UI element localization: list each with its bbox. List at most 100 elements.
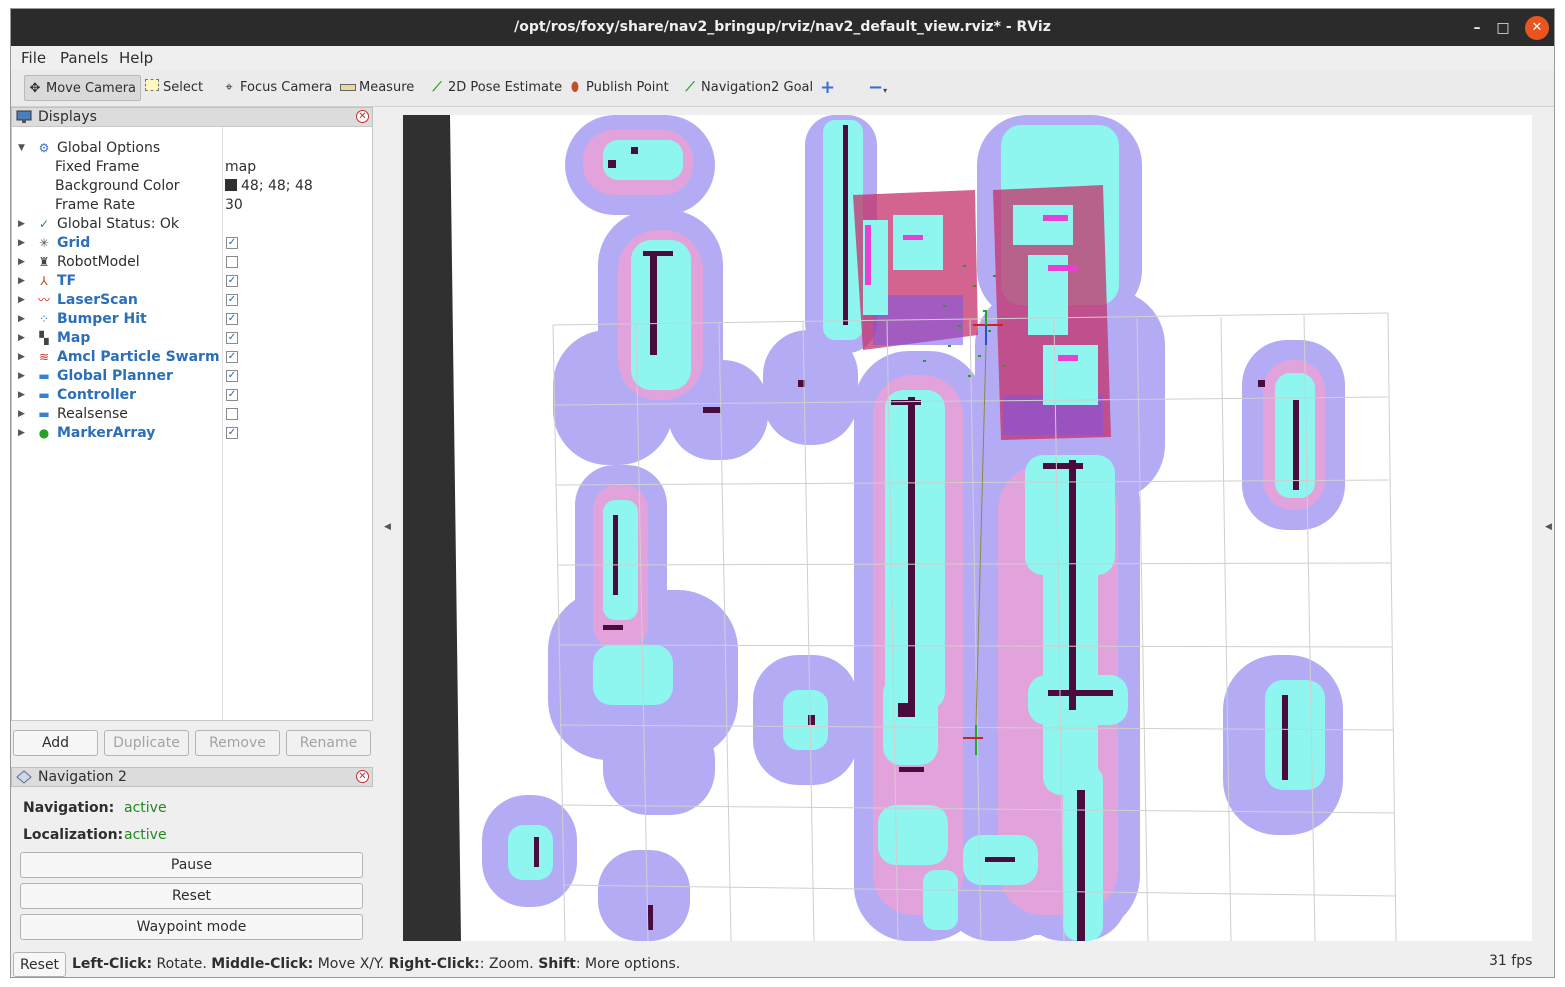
- expand-arrow-icon[interactable]: ▶: [18, 405, 25, 424]
- collapse-right-icon[interactable]: ◀: [1545, 522, 1552, 532]
- monitor-icon: [16, 110, 32, 124]
- background-color-text: 48; 48; 48: [241, 178, 313, 194]
- expand-arrow-icon[interactable]: ▶: [18, 234, 25, 253]
- rename-display-button[interactable]: Rename: [286, 730, 371, 756]
- select-icon: [144, 75, 160, 101]
- nav-goal-tool[interactable]: ⟋ Navigation2 Goal: [682, 75, 813, 101]
- tree-row-laserscan[interactable]: ▶ 〰 LaserScan ✓: [12, 291, 372, 310]
- remove-display-button[interactable]: Remove: [195, 730, 280, 756]
- duplicate-display-button[interactable]: Duplicate: [104, 730, 189, 756]
- display-checkbox[interactable]: ✓: [226, 351, 238, 363]
- tree-row-controller[interactable]: ▶ ▬ Controller ✓: [12, 386, 372, 405]
- tree-row-global-planner[interactable]: ▶ ▬ Global Planner ✓: [12, 367, 372, 386]
- expand-arrow-icon[interactable]: ▶: [18, 329, 25, 348]
- collapse-left-icon[interactable]: ◀: [384, 522, 391, 532]
- right-click-text: : Zoom.: [479, 956, 539, 972]
- display-checkbox[interactable]: [226, 256, 238, 268]
- menu-panels[interactable]: Panels: [60, 49, 108, 67]
- tree-row-background-color[interactable]: Background Color 48; 48; 48: [12, 177, 372, 196]
- expand-arrow-icon[interactable]: ▶: [18, 215, 25, 234]
- minimize-button[interactable]: –: [1465, 16, 1489, 40]
- measure-label: Measure: [359, 80, 415, 95]
- expand-arrow-icon[interactable]: ▶: [18, 253, 25, 272]
- maximize-button[interactable]: □: [1491, 16, 1515, 40]
- display-checkbox[interactable]: ✓: [226, 389, 238, 401]
- displays-tree: ▼ ⚙ Global Options Fixed Frame map Backg…: [11, 126, 373, 721]
- navigation-status-label: Navigation:: [23, 800, 115, 816]
- fixed-frame-label: Fixed Frame: [55, 159, 140, 175]
- tree-row-global-status[interactable]: ▶ ✓ Global Status: Ok: [12, 215, 372, 234]
- folder-icon: ▬: [38, 369, 50, 383]
- close-displays-icon[interactable]: ✕: [356, 110, 369, 123]
- status-reset-button[interactable]: Reset: [13, 952, 66, 977]
- background-color-value[interactable]: 48; 48; 48: [225, 177, 313, 196]
- select-tool[interactable]: Select: [144, 75, 203, 101]
- display-checkbox[interactable]: [226, 408, 238, 420]
- green-arrow-icon: ⟋: [432, 80, 442, 95]
- global-options-label: Global Options: [57, 140, 161, 156]
- render-viewport[interactable]: [403, 115, 1532, 941]
- toolbar: ✥ Move Camera Select ⌖ Focus Camera Measur…: [11, 70, 1554, 107]
- plus-icon: +: [820, 77, 836, 98]
- waypoint-mode-button[interactable]: Waypoint mode: [20, 914, 363, 940]
- remove-tool-button[interactable]: −▾: [868, 75, 887, 101]
- middle-click-key: Middle-Click:: [211, 956, 314, 972]
- move-camera-tool[interactable]: ✥ Move Camera: [24, 75, 141, 101]
- displays-panel-header: Displays ✕: [11, 107, 373, 127]
- tree-row-amcl-particle-swarm[interactable]: ▶ ≋ Amcl Particle Swarm ✓: [12, 348, 372, 367]
- add-display-button[interactable]: Add: [13, 730, 98, 756]
- display-checkbox[interactable]: ✓: [226, 294, 238, 306]
- display-checkbox[interactable]: ✓: [226, 427, 238, 439]
- localization-status-label: Localization:: [23, 827, 124, 843]
- display-checkbox[interactable]: ✓: [226, 275, 238, 287]
- laser-icon: 〰: [37, 293, 50, 307]
- tree-row-map[interactable]: ▶ ▚ Map ✓: [12, 329, 372, 348]
- expand-arrow-icon[interactable]: ▶: [18, 367, 25, 386]
- menu-file[interactable]: File: [21, 49, 46, 67]
- display-checkbox[interactable]: ✓: [226, 237, 238, 249]
- close-navigation-icon[interactable]: ✕: [356, 770, 369, 783]
- minus-icon: −: [868, 77, 884, 98]
- publish-point-tool[interactable]: ⬮ Publish Point: [567, 75, 669, 101]
- tree-row-fixed-frame[interactable]: Fixed Frame map: [12, 158, 372, 177]
- pose-estimate-tool[interactable]: ⟋ 2D Pose Estimate: [429, 75, 562, 101]
- expand-arrow-icon[interactable]: ▶: [18, 386, 25, 405]
- gear-icon: ⚙: [38, 141, 50, 155]
- add-tool-button[interactable]: +: [820, 75, 835, 101]
- pose-estimate-label: 2D Pose Estimate: [448, 80, 563, 95]
- expand-arrow-icon[interactable]: ▶: [18, 272, 25, 291]
- display-checkbox[interactable]: ✓: [226, 370, 238, 382]
- reset-button[interactable]: Reset: [20, 883, 363, 909]
- close-button[interactable]: ✕: [1525, 16, 1549, 40]
- expand-arrow-icon[interactable]: ▼: [18, 139, 25, 158]
- focus-camera-tool[interactable]: ⌖ Focus Camera: [221, 75, 332, 101]
- display-checkbox[interactable]: ✓: [226, 313, 238, 325]
- tree-row-global-options[interactable]: ▼ ⚙ Global Options: [12, 139, 372, 158]
- expand-arrow-icon[interactable]: ▶: [18, 348, 25, 367]
- tree-row-markerarray[interactable]: ▶ ● MarkerArray ✓: [12, 424, 372, 443]
- fixed-frame-value[interactable]: map: [225, 158, 256, 177]
- rviz-window: /opt/ros/foxy/share/nav2_bringup/rviz/na…: [10, 8, 1555, 978]
- display-checkbox[interactable]: ✓: [226, 332, 238, 344]
- localization-status-value: active: [124, 827, 167, 843]
- map-pin-icon: ⬮: [570, 80, 580, 95]
- tree-row-bumper-hit[interactable]: ▶ ⁘ Bumper Hit ✓: [12, 310, 372, 329]
- measure-tool[interactable]: Measure: [340, 75, 414, 101]
- expand-arrow-icon[interactable]: ▶: [18, 424, 25, 443]
- pause-button[interactable]: Pause: [20, 852, 363, 878]
- map-icon: ▚: [39, 331, 49, 345]
- tree-row-frame-rate[interactable]: Frame Rate 30: [12, 196, 372, 215]
- tree-row-realsense[interactable]: ▶ ▬ Realsense: [12, 405, 372, 424]
- global-status-label: Global Status: Ok: [57, 216, 180, 232]
- expand-arrow-icon[interactable]: ▶: [18, 310, 25, 329]
- nav-goal-label: Navigation2 Goal: [701, 80, 814, 95]
- menu-help[interactable]: Help: [119, 49, 153, 67]
- costmap-render[interactable]: [403, 115, 1532, 941]
- left-click-text: Rotate.: [152, 956, 212, 972]
- tree-row-grid[interactable]: ▶ ✳ Grid ✓: [12, 234, 372, 253]
- frame-rate-value[interactable]: 30: [225, 196, 243, 215]
- display-label: TF: [57, 273, 77, 289]
- expand-arrow-icon[interactable]: ▶: [18, 291, 25, 310]
- tree-row-robotmodel[interactable]: ▶ ♜ RobotModel: [12, 253, 372, 272]
- tree-row-tf[interactable]: ▶ ⅄ TF ✓: [12, 272, 372, 291]
